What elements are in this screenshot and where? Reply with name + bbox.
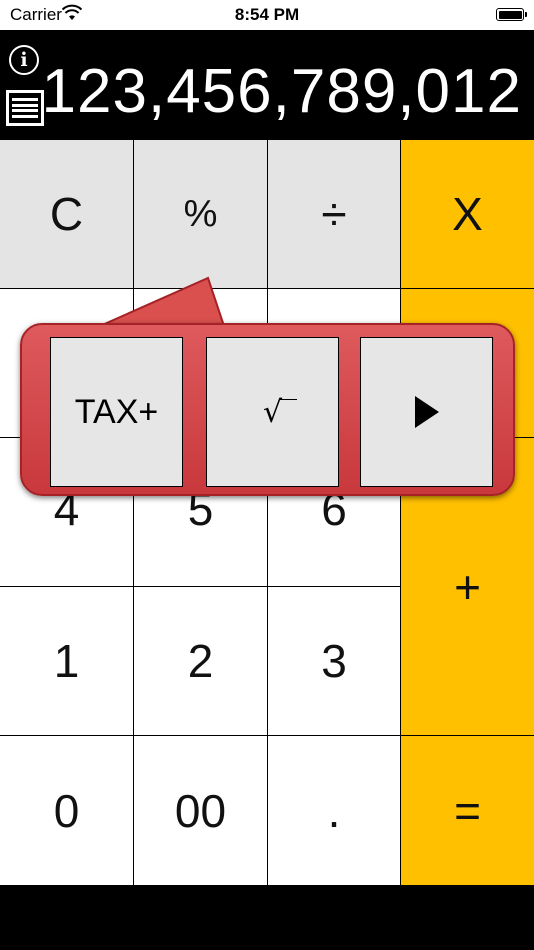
display-area: i 123,456,789,012: [0, 30, 534, 140]
function-popup: TAX+ √: [20, 323, 515, 496]
equals-button[interactable]: =: [401, 736, 534, 886]
key-one[interactable]: 1: [0, 587, 134, 736]
info-icon[interactable]: i: [9, 45, 39, 75]
play-icon: [414, 396, 439, 428]
battery-icon: [496, 8, 527, 21]
key-zero[interactable]: 0: [0, 736, 134, 886]
status-bar: Carrier 8:54 PM: [0, 0, 534, 30]
bottom-bar: [0, 886, 534, 950]
popup-pointer: [100, 276, 226, 327]
key-two[interactable]: 2: [134, 587, 268, 736]
key-double-zero[interactable]: 00: [134, 736, 268, 886]
keypad: C % ÷ X 4 5 6 + 1 2 3 0 00 . =: [0, 140, 534, 886]
tax-plus-button[interactable]: TAX+: [50, 337, 183, 487]
display-value: 123,456,789,012: [41, 57, 522, 126]
sqrt-icon: √: [262, 394, 298, 430]
divide-button[interactable]: ÷: [268, 140, 401, 289]
clear-button[interactable]: C: [0, 140, 134, 289]
status-time: 8:54 PM: [234, 5, 300, 24]
key-three[interactable]: 3: [268, 587, 401, 736]
next-button[interactable]: [360, 337, 493, 487]
sqrt-button[interactable]: √: [206, 337, 339, 487]
percent-button[interactable]: %: [134, 140, 268, 289]
decimal-button[interactable]: .: [268, 736, 401, 886]
menu-icon[interactable]: [6, 90, 44, 126]
multiply-button[interactable]: X: [401, 140, 534, 289]
